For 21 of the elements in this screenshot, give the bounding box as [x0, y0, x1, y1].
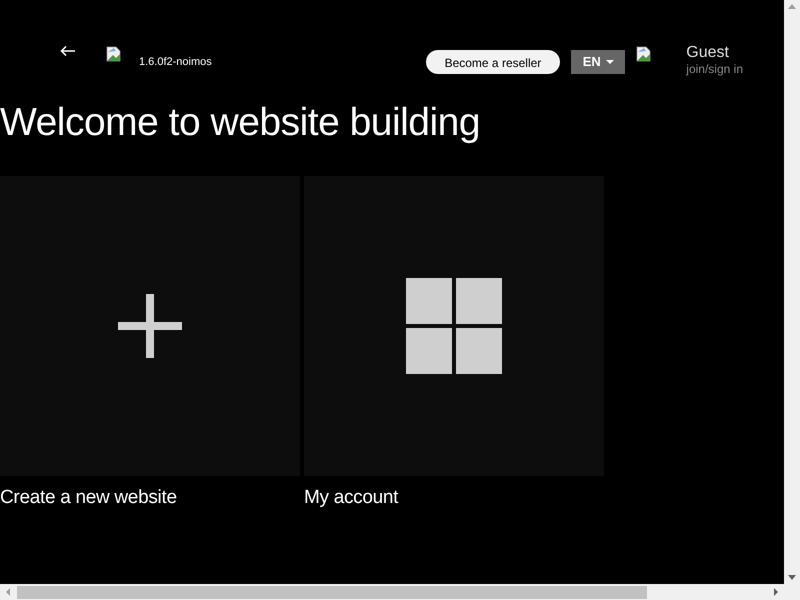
plus-icon — [118, 294, 182, 358]
scroll-up-icon[interactable] — [788, 4, 796, 9]
sign-in-link[interactable]: join/sign in — [686, 62, 743, 76]
back-arrow-icon — [60, 45, 76, 57]
page-title: Welcome to website building — [0, 100, 482, 146]
tile-button[interactable] — [304, 176, 604, 476]
caret-icon — [606, 60, 614, 64]
tile-link[interactable]: My account — [304, 484, 398, 512]
user-name: Guest — [686, 44, 730, 62]
version-label: 1.6.0f2-noimos — [139, 55, 212, 70]
language-dropdown[interactable]: EN — [571, 50, 626, 74]
grid-icon — [406, 278, 502, 374]
scroll-down-icon[interactable] — [788, 575, 796, 580]
horizontal-scrollbar[interactable] — [0, 584, 800, 600]
broken-image-icon — [636, 46, 652, 62]
reseller-button[interactable]: Become a reseller — [426, 50, 560, 74]
back-button[interactable] — [60, 45, 76, 57]
tile-link[interactable]: Create a new website — [0, 484, 177, 512]
tile-button[interactable] — [0, 176, 300, 476]
vertical-scrollbar[interactable] — [784, 0, 800, 584]
broken-image-icon — [106, 46, 122, 62]
